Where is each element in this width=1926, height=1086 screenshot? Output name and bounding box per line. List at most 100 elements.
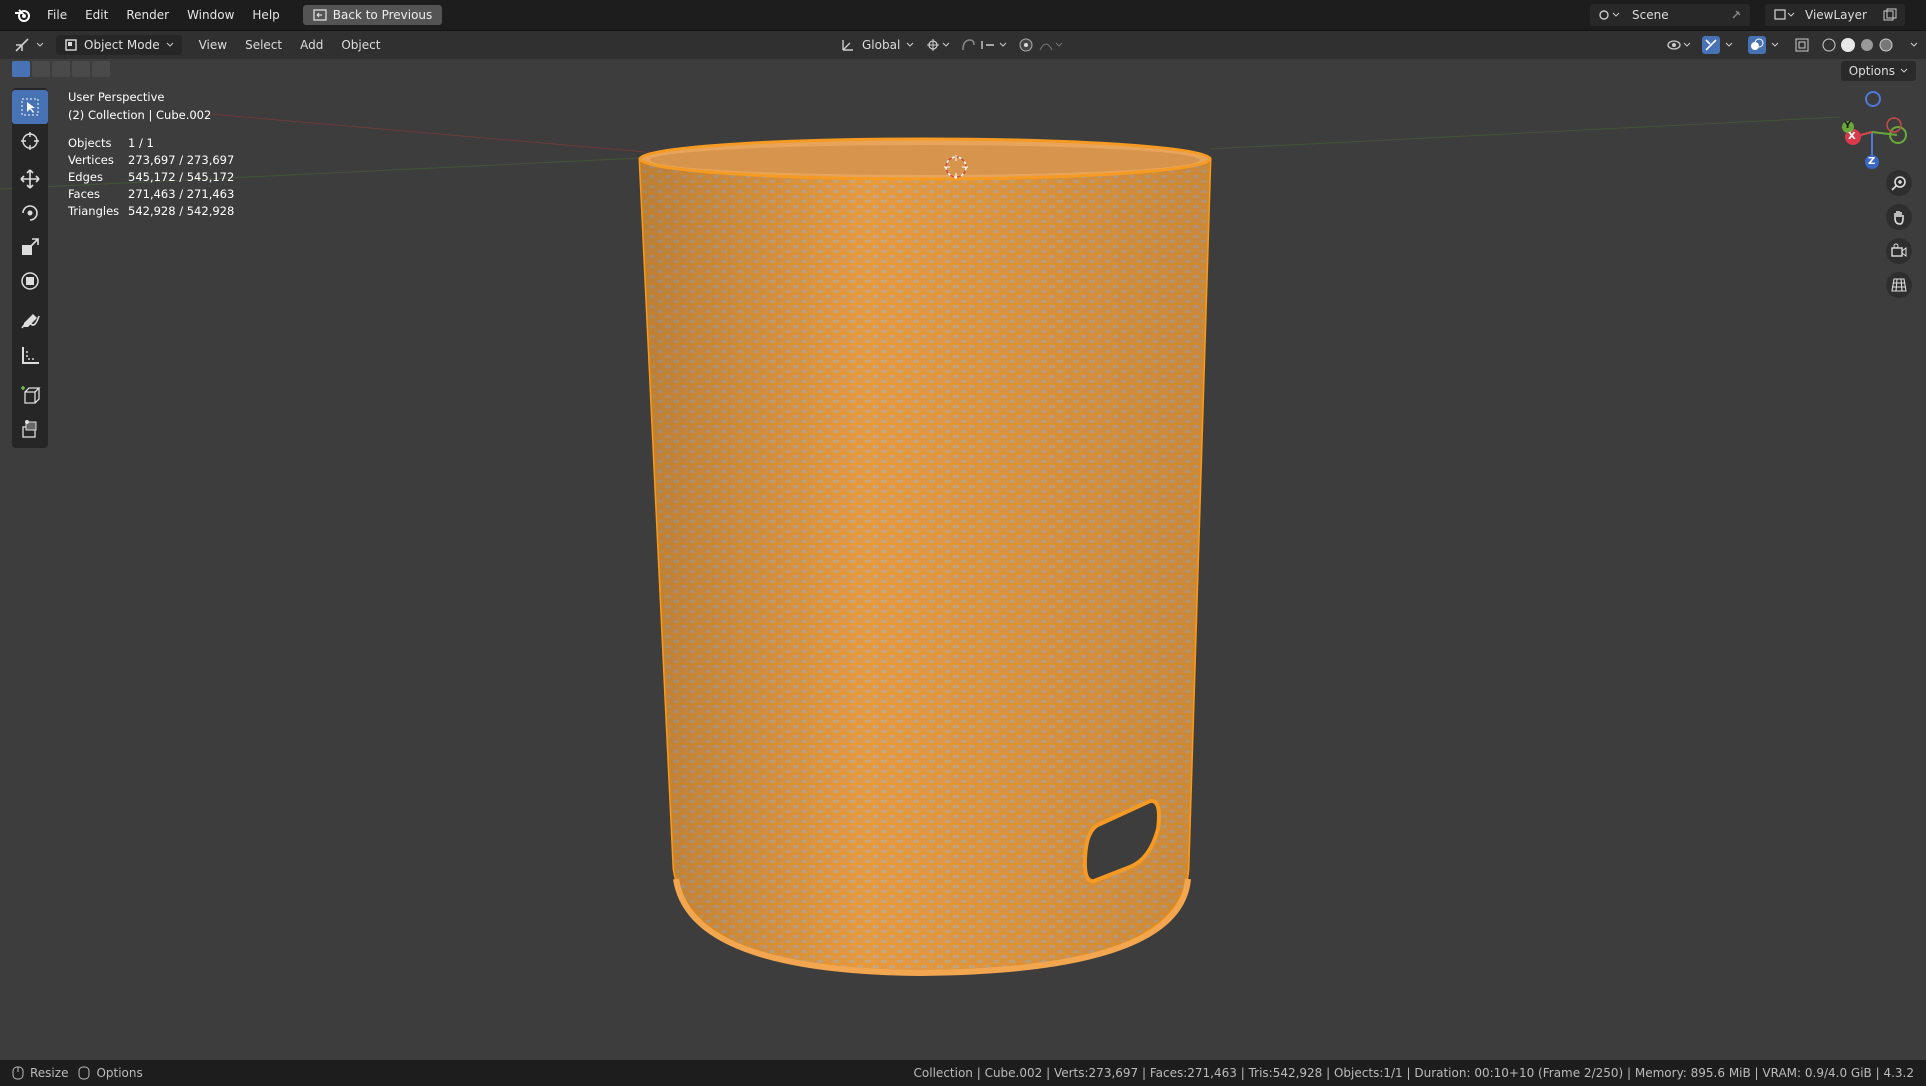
stats-key: Faces	[68, 187, 100, 201]
stats-key: Vertices	[68, 153, 114, 167]
back-icon	[313, 9, 327, 21]
zoom-button[interactable]	[1886, 170, 1912, 196]
select-box-tool[interactable]	[12, 90, 48, 124]
scale-tool[interactable]	[12, 230, 48, 264]
chevron-down-icon[interactable]	[1910, 42, 1918, 48]
3d-cursor-tool-icon	[21, 132, 39, 150]
gizmo-toggle-icon[interactable]	[1702, 36, 1738, 54]
menu-object[interactable]: Object	[332, 31, 389, 59]
pan-button[interactable]	[1886, 204, 1912, 230]
rotate-icon	[22, 205, 38, 221]
options-dropdown[interactable]: Options	[1840, 61, 1916, 81]
orientation-icon	[842, 40, 853, 51]
snap-icon[interactable]	[960, 37, 1010, 56]
menu-select[interactable]: Select	[236, 31, 291, 59]
menu-file[interactable]: File	[38, 0, 76, 30]
transform-tool[interactable]	[12, 264, 48, 298]
transform-orientation-label: Global	[862, 38, 901, 52]
transform-orientation-dropdown[interactable]: Global	[840, 35, 914, 55]
menu-help[interactable]: Help	[243, 0, 288, 30]
y-axis-line-right	[1209, 116, 1841, 150]
view-layer-name: ViewLayer	[1805, 8, 1867, 22]
viewport-header: Object Mode View Select Add Object Globa…	[0, 31, 1926, 59]
gizmo-z-label: Z	[1868, 156, 1876, 167]
gizmo-y-label: Y	[1844, 120, 1852, 131]
mouse-icon	[12, 1066, 24, 1080]
viewport-scene	[0, 91, 1907, 977]
measure-icon	[22, 347, 39, 364]
top-menu-bar: File Edit Render Window Help Back to Pre…	[0, 0, 1926, 31]
select-extend-icon[interactable]	[32, 61, 50, 77]
add-cube-tool[interactable]	[12, 378, 48, 412]
proportional-editing-icon[interactable]	[1018, 37, 1064, 56]
select-new-icon[interactable]	[12, 61, 30, 77]
duplicate-layer-icon[interactable]	[1883, 8, 1897, 22]
select-subtract-icon[interactable]	[52, 61, 70, 77]
mode-dropdown[interactable]: Object Mode	[56, 35, 182, 55]
scene-name: Scene	[1632, 8, 1669, 22]
move-icon	[20, 169, 40, 189]
back-to-previous-label: Back to Previous	[332, 8, 433, 22]
options-hint: Options	[96, 1066, 143, 1080]
pin-icon[interactable]	[1730, 9, 1742, 21]
menu-view[interactable]: View	[190, 31, 236, 59]
resize-hint: Resize	[30, 1066, 69, 1080]
object-mode-icon	[65, 39, 77, 51]
shading-modes-icon[interactable]	[1820, 36, 1900, 54]
viewport-right-header-group	[1666, 36, 1918, 54]
viewport-navigation	[1886, 170, 1912, 298]
zoom-icon	[1891, 176, 1906, 191]
stats-value: 545,172 / 545,172	[128, 170, 235, 184]
menu-edit[interactable]: Edit	[76, 0, 117, 30]
menu-render[interactable]: Render	[117, 0, 178, 30]
camera-icon	[1891, 243, 1907, 257]
select-invert-icon[interactable]	[72, 61, 90, 77]
hand-icon	[1894, 211, 1904, 225]
3d-viewport[interactable]: X Y Z Options	[0, 59, 1926, 1060]
add-cube-icon	[21, 386, 41, 404]
stats-row: Faces 271,463 / 271,463	[68, 186, 234, 203]
chevron-down-icon	[906, 42, 914, 47]
collection-label: (2) Collection | Cube.002	[68, 108, 212, 122]
menu-window[interactable]: Window	[178, 0, 243, 30]
menu-add[interactable]: Add	[291, 31, 332, 59]
annotate-icon	[21, 314, 40, 329]
perspective-label: User Perspective	[68, 90, 165, 104]
stats-value: 271,463 / 271,463	[128, 187, 235, 201]
back-to-previous-button[interactable]: Back to Previous	[302, 5, 443, 25]
chevron-down-icon	[36, 42, 44, 47]
tool-shelf	[12, 88, 48, 448]
transform-icon	[21, 272, 39, 290]
annotate-tool[interactable]	[12, 304, 48, 338]
grid-icon	[1891, 278, 1907, 292]
view-layer-selector[interactable]: ViewLayer	[1765, 4, 1905, 26]
move-tool[interactable]	[12, 162, 48, 196]
extrude-tool[interactable]	[12, 412, 48, 446]
status-bar: Resize Options Collection | Cube.002 | V…	[0, 1060, 1926, 1086]
select-intersect-icon[interactable]	[92, 61, 110, 77]
camera-view-button[interactable]	[1886, 238, 1912, 264]
scene-selector[interactable]: Scene	[1590, 4, 1750, 26]
cursor-tool[interactable]	[12, 124, 48, 158]
mouse-icon	[78, 1066, 90, 1080]
blender-logo-icon[interactable]	[8, 0, 38, 30]
measure-tool[interactable]	[12, 338, 48, 372]
editor-type-selector[interactable]	[14, 37, 44, 53]
pivot-point-icon[interactable]	[925, 37, 951, 56]
stats-key: Objects	[68, 136, 112, 150]
chevron-down-icon	[1900, 68, 1908, 73]
visibility-icon[interactable]	[1666, 37, 1692, 53]
stats-row: Objects 1 / 1	[68, 135, 234, 152]
chevron-down-icon	[166, 42, 173, 47]
rotate-tool[interactable]	[12, 196, 48, 230]
select-mode-buttons	[12, 61, 110, 77]
view-layer-icon	[1774, 9, 1795, 20]
stats-key: Edges	[68, 170, 103, 184]
cursor-select-icon	[21, 98, 39, 116]
overlays-icon[interactable]	[1748, 36, 1784, 54]
stats-value: 273,697 / 273,697	[128, 153, 235, 167]
mode-label: Object Mode	[84, 38, 160, 52]
xray-icon[interactable]	[1794, 37, 1810, 53]
stats-row: Vertices 273,697 / 273,697	[68, 152, 234, 169]
perspective-toggle-button[interactable]	[1886, 272, 1912, 298]
